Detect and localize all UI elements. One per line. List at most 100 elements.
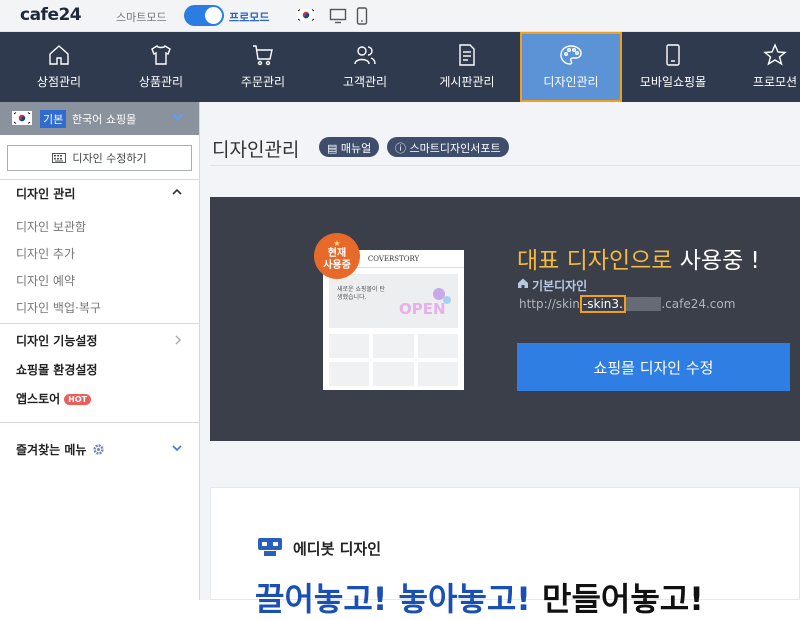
document-icon	[459, 44, 475, 66]
sidebar-item-design-features[interactable]: 디자인 기능설정	[0, 332, 199, 349]
gear-icon[interactable]	[92, 443, 105, 456]
sidebar-item-label: 앱스토어	[16, 392, 61, 406]
headline-part: 끌어놓고!	[255, 580, 388, 618]
nav-label: 디자인관리	[543, 75, 599, 89]
hot-badge: HOT	[64, 394, 92, 405]
current-in-use-badge: ★ 현재 사용중	[314, 233, 360, 279]
nav-label: 상점관리	[36, 75, 82, 89]
phone-icon[interactable]	[356, 7, 368, 25]
chevron-down-icon	[172, 445, 182, 452]
edit-shop-design-button[interactable]: 쇼핑몰 디자인 수정	[517, 343, 790, 391]
nav-store-management[interactable]: 상점관리	[8, 32, 110, 102]
pro-mode-label[interactable]: 프로모드	[229, 9, 269, 25]
open-balloons-image: OPEN	[399, 288, 451, 318]
chevron-right-icon	[175, 335, 181, 345]
divider	[0, 179, 199, 180]
sidebar-item-appstore[interactable]: 앱스토어 HOT	[0, 390, 199, 407]
sidebar-item-design-reserve[interactable]: 디자인 예약	[0, 272, 199, 289]
section-title: 디자인 관리	[16, 187, 76, 201]
sidebar-item-shop-environment[interactable]: 쇼핑몰 환경설정	[0, 361, 199, 378]
url-redacted-part: xxxxx	[625, 297, 662, 311]
cart-icon	[253, 45, 273, 66]
shirt-icon	[151, 45, 171, 65]
edit-design-button[interactable]: 디자인 수정하기	[7, 145, 192, 171]
nav-design-management[interactable]: 디자인관리	[520, 32, 622, 102]
top-bar: cafe24 스마트모드 프로모드	[0, 0, 800, 32]
star-icon: ★	[333, 239, 341, 248]
palette-icon	[560, 45, 582, 65]
promo-headline: 끌어놓고! 놓아놓고! 만들어놓고!	[255, 574, 704, 620]
book-icon: ▤	[327, 142, 338, 155]
star-icon	[763, 43, 787, 66]
main-content: 디자인관리 ▤ 매뉴얼 ⓘ 스마트디자인서포트 COVERSTORY 새로운 쇼…	[200, 102, 800, 618]
support-label: 스마트디자인서포트	[409, 142, 501, 155]
badge-line1: 현재	[327, 248, 347, 259]
preview-product-grid	[329, 334, 458, 386]
url-prefix: http://skin	[519, 297, 580, 311]
nav-product-management[interactable]: 상품관리	[110, 32, 212, 102]
title-highlight: 대표 디자인으로	[517, 248, 673, 274]
cafe24-logo[interactable]: cafe24	[20, 5, 82, 25]
headline-part: 만들어놓고!	[542, 580, 704, 618]
edit-design-label: 디자인 수정하기	[72, 152, 147, 165]
chevron-up-icon	[172, 188, 182, 195]
smart-mode-label[interactable]: 스마트모드	[116, 9, 167, 25]
mode-toggle[interactable]	[184, 5, 224, 26]
nav-customer-management[interactable]: 고객관리	[314, 32, 416, 102]
divider	[0, 323, 199, 324]
nav-order-management[interactable]: 주문관리	[212, 32, 314, 102]
keyboard-icon	[52, 153, 67, 163]
edibot-design-promo: 에디봇 디자인 끌어놓고! 놓아놓고! 만들어놓고!	[210, 487, 800, 618]
info-icon: ⓘ	[395, 142, 406, 155]
headline-part: 놓아놓고!	[398, 580, 531, 618]
nav-promotion[interactable]: 프로모션	[724, 32, 800, 102]
svg-text:OPEN: OPEN	[399, 300, 446, 318]
chevron-down-icon	[172, 113, 184, 121]
shop-url[interactable]: http://skin -skin3. xxxxx.cafe24.com	[519, 295, 736, 313]
page-title: 디자인관리	[212, 139, 300, 161]
mobile-icon	[666, 44, 680, 66]
nav-label: 상품관리	[138, 75, 184, 89]
korea-flag-icon	[12, 111, 32, 125]
korea-flag-icon[interactable]	[296, 8, 316, 22]
url-highlighted-part: -skin3.	[579, 295, 626, 313]
hero-title: 대표 디자인으로 사용중 !	[517, 241, 760, 275]
url-suffix: .cafe24.com	[661, 297, 736, 311]
nav-label: 게시판관리	[439, 75, 495, 89]
home-icon	[49, 45, 69, 65]
nav-label: 모바일쇼핑몰	[639, 75, 707, 89]
toggle-knob	[205, 7, 222, 24]
badge-line2: 사용중	[323, 260, 351, 271]
sidebar-item-label: 디자인 백업·복구	[16, 301, 101, 315]
shop-selector[interactable]: 기본 한국어 쇼핑몰	[0, 102, 199, 135]
design-management-header[interactable]: 디자인 관리	[0, 185, 199, 205]
users-icon	[354, 46, 376, 65]
preview-banner: 새로운 쇼핑몰이 탄생했습니다. OPEN	[329, 274, 458, 328]
default-shop-badge: 기본	[40, 110, 67, 128]
sidebar: 기본 한국어 쇼핑몰 디자인 수정하기 디자인 관리 디자인 보관함 디자인 추…	[0, 102, 200, 600]
shop-name: 한국어 쇼핑몰	[72, 113, 137, 126]
sidebar-item-label: 디자인 예약	[16, 274, 76, 288]
home-icon	[518, 278, 528, 288]
design-name: 기본디자인	[532, 279, 588, 293]
current-design-panel: COVERSTORY 새로운 쇼핑몰이 탄생했습니다. OPEN ★ 현재 사용…	[210, 197, 800, 441]
design-support-button[interactable]: ⓘ 스마트디자인서포트	[387, 137, 509, 157]
sidebar-item-label: 디자인 기능설정	[16, 334, 98, 348]
sidebar-item-design-backup[interactable]: 디자인 백업·복구	[0, 299, 199, 316]
nav-label: 프로모션	[752, 75, 798, 89]
sidebar-item-label: 디자인 보관함	[16, 220, 87, 234]
manual-label: 매뉴얼	[340, 142, 372, 155]
main-nav: 상점관리 상품관리 주문관리 고객관리 게시판관리 디자인관리 모바일쇼핑몰 프…	[0, 32, 800, 102]
nav-label: 고객관리	[342, 75, 388, 89]
divider	[210, 165, 800, 166]
nav-board-management[interactable]: 게시판관리	[416, 32, 518, 102]
robot-icon	[258, 538, 282, 556]
nav-mobile-shop[interactable]: 모바일쇼핑몰	[622, 32, 724, 102]
promo-title: 에디봇 디자인	[293, 540, 382, 558]
manual-button[interactable]: ▤ 매뉴얼	[319, 137, 380, 157]
divider	[0, 422, 199, 423]
favorites-menu[interactable]: 즐겨찾는 메뉴	[0, 441, 199, 458]
sidebar-item-design-add[interactable]: 디자인 추가	[0, 245, 199, 262]
monitor-icon[interactable]	[329, 8, 347, 24]
sidebar-item-design-storage[interactable]: 디자인 보관함	[0, 218, 199, 235]
